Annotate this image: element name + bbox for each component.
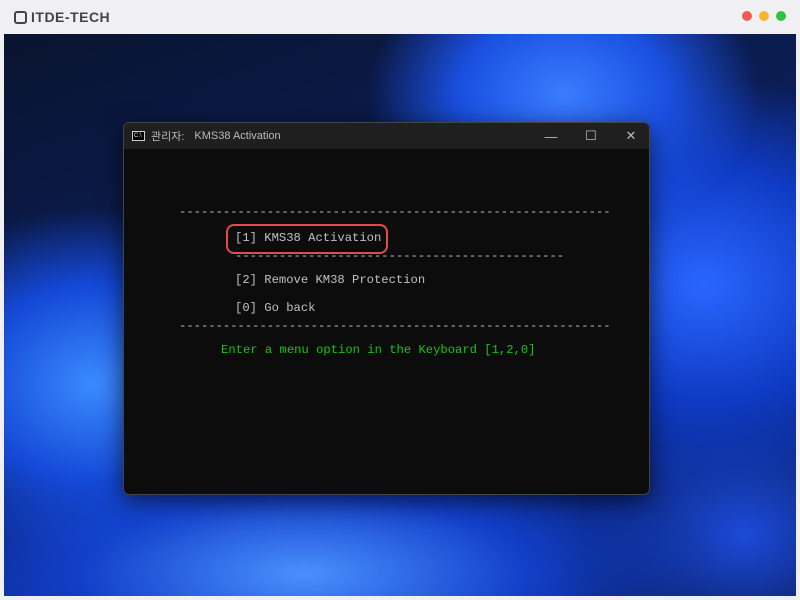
brand-logo: ITDE-TECH [14, 9, 110, 25]
window-title: KMS38 Activation [194, 130, 281, 142]
site-header: ITDE-TECH [0, 0, 800, 34]
separator-middle: ----------------------------------------… [235, 249, 565, 263]
brand-icon [14, 10, 27, 24]
maximize-button[interactable]: ☐ [571, 123, 611, 149]
menu-prompt: Enter a menu option in the Keyboard [1,2… [221, 343, 536, 357]
terminal-titlebar[interactable]: C:\ 관리자: KMS38 Activation — ☐ ✕ [124, 123, 649, 149]
green-dot [776, 11, 786, 21]
option-0: [0] Go back [235, 301, 316, 315]
brand-name: ITDE-TECH [31, 9, 111, 25]
red-dot [742, 11, 752, 21]
minimize-button[interactable]: — [531, 123, 571, 149]
separator-top: ----------------------------------------… [179, 205, 611, 219]
option-1: [1] KMS38 Activation [235, 231, 382, 245]
cmd-icon: C:\ [132, 131, 145, 141]
window-dots [742, 11, 786, 21]
separator-bottom: ----------------------------------------… [179, 319, 611, 333]
option-2: [2] Remove KM38 Protection [235, 273, 426, 287]
close-button[interactable]: ✕ [611, 123, 649, 149]
yellow-dot [759, 11, 769, 21]
terminal-window: C:\ 관리자: KMS38 Activation — ☐ ✕ --------… [123, 122, 650, 495]
title-prefix: 관리자: [151, 131, 185, 143]
